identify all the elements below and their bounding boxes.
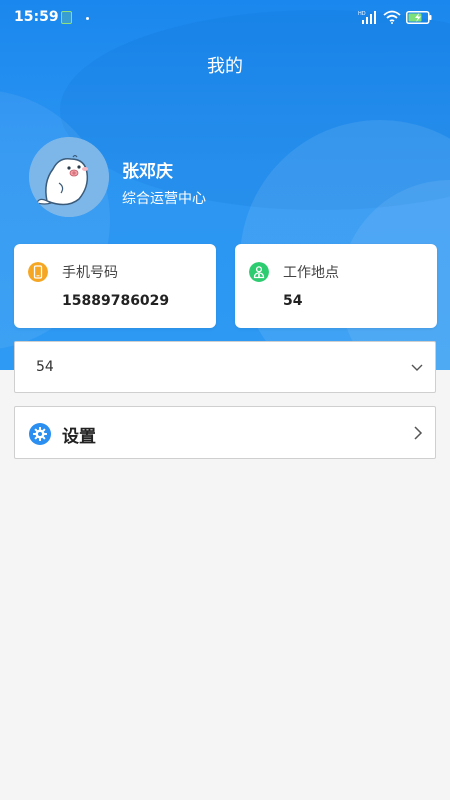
phone-card: 手机号码 15889786029 bbox=[14, 244, 216, 328]
settings-button[interactable]: 设置 bbox=[14, 406, 436, 459]
seal-mascot-icon bbox=[29, 137, 109, 217]
workplace-value: 54 bbox=[283, 293, 303, 309]
page-title: 我的 bbox=[207, 56, 243, 77]
battery-charging-icon bbox=[406, 11, 432, 24]
sim-app-icon bbox=[61, 11, 72, 24]
workplace-card: 工作地点 54 bbox=[235, 244, 437, 328]
phone-icon bbox=[28, 262, 48, 282]
chevron-down-icon bbox=[411, 364, 423, 371]
workplace-select[interactable]: 54 bbox=[14, 341, 436, 393]
workplace-label: 工作地点 bbox=[283, 265, 339, 281]
wifi-icon bbox=[383, 10, 401, 24]
phone-label: 手机号码 bbox=[62, 265, 118, 281]
settings-label: 设置 bbox=[62, 427, 96, 447]
avatar[interactable] bbox=[29, 137, 109, 217]
select-value: 54 bbox=[36, 359, 54, 375]
signal-icon: HD bbox=[358, 11, 376, 24]
notification-dot-icon bbox=[86, 17, 89, 20]
user-name: 张邓庆 bbox=[122, 162, 173, 182]
network-type-label: HD bbox=[358, 11, 366, 17]
status-time: 15:59 bbox=[14, 9, 59, 25]
chevron-right-icon bbox=[414, 426, 423, 440]
status-bar: 15:59 HD bbox=[0, 0, 450, 36]
phone-number: 15889786029 bbox=[62, 293, 170, 309]
user-department: 综合运营中心 bbox=[122, 191, 206, 207]
gear-icon bbox=[29, 423, 51, 445]
workplace-icon bbox=[249, 262, 269, 282]
